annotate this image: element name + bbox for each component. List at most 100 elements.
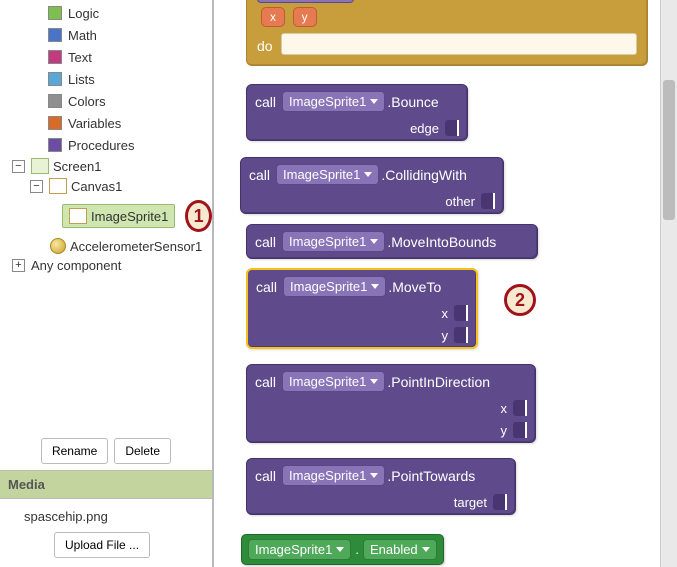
annotation-badge-1: 1 [185,200,212,232]
media-header: Media [0,470,212,499]
scrollbar-thumb[interactable] [663,80,675,220]
method-label: .CollidingWith [381,167,467,183]
dropdown-target[interactable]: ImageSprite1 [282,231,385,252]
media-file[interactable]: spascehip.png [24,509,196,532]
vertical-scrollbar[interactable] [660,0,677,567]
tree-node-canvas[interactable]: − Canvas1 [0,176,212,196]
chevron-down-icon [370,379,378,384]
tree-node-imagesprite[interactable]: ImageSprite1 [62,204,175,228]
sensor-icon [50,238,66,254]
sprite-icon [69,208,87,224]
component-buttons: Rename Delete [0,432,212,470]
chevron-down-icon [364,172,372,177]
keyword-call: call [255,468,276,484]
keyword-call: call [255,234,276,250]
screen-label: Screen1 [53,159,101,174]
block-call-moveto[interactable]: call ImageSprite1 .MoveTo x y [246,268,478,349]
tree-node-screen[interactable]: − Screen1 [0,156,212,176]
media-body: spascehip.png Upload File ... [0,499,212,566]
block-call-collidingwith[interactable]: call ImageSprite1 .CollidingWith other [240,157,504,214]
arg-label: x [501,401,508,416]
canvas-icon [49,178,67,194]
arg-label: target [454,495,487,510]
event-suffix: .Touched [358,0,415,1]
dropdown-target[interactable]: ImageSprite1 [283,276,386,297]
arg-label: y [501,423,508,438]
block-call-moveintobounds[interactable]: call ImageSprite1 .MoveIntoBounds [246,224,538,259]
canvas-label: Canvas1 [71,179,122,194]
input-socket[interactable] [481,193,495,209]
block-call-pointindirection[interactable]: call ImageSprite1 .PointInDirection x y [246,364,536,443]
arg-label: x [442,306,449,321]
swatch-icon [48,116,62,130]
palette-item-lists[interactable]: Lists [0,68,212,90]
blocks-workspace[interactable]: ImageSprite1 .Touched x y do call ImageS… [214,0,677,567]
palette-item-math[interactable]: Math [0,24,212,46]
delete-button[interactable]: Delete [114,438,171,464]
chevron-down-icon [370,239,378,244]
dropdown-target[interactable]: ImageSprite1 [282,91,385,112]
dropdown-target[interactable]: ImageSprite1 [248,539,351,560]
palette-label: Math [68,28,97,43]
dropdown-property[interactable]: Enabled [363,539,437,560]
swatch-icon [48,28,62,42]
palette-item-text[interactable]: Text [0,46,212,68]
palette-label: Variables [68,116,121,131]
param-y[interactable]: y [293,7,317,27]
method-label: .PointInDirection [387,374,490,390]
dropdown-target[interactable]: ImageSprite1 [276,164,379,185]
palette-label: Procedures [68,138,134,153]
palette-tree: Logic Math Text Lists Colors Variables P… [0,0,212,275]
expand-icon[interactable]: + [12,259,25,272]
input-socket[interactable] [513,422,527,438]
input-socket[interactable] [454,327,468,343]
swatch-icon [48,50,62,64]
tree-node-sensor[interactable]: AccelerometerSensor1 [0,236,212,256]
chevron-down-icon [370,473,378,478]
keyword-call: call [256,279,277,295]
input-socket[interactable] [445,120,459,136]
sidebar: Logic Math Text Lists Colors Variables P… [0,0,214,567]
collapse-icon[interactable]: − [30,180,43,193]
annotation-badge-2: 2 [504,284,536,316]
arg-label: y [442,328,449,343]
collapse-icon[interactable]: − [12,160,25,173]
arg-label: edge [410,121,439,136]
block-call-pointtowards[interactable]: call ImageSprite1 .PointTowards target [246,458,516,515]
do-body-slot[interactable] [281,33,637,55]
chevron-down-icon [422,547,430,552]
block-get-enabled[interactable]: ImageSprite1 . Enabled [241,534,444,565]
dropdown-target[interactable]: ImageSprite1 [282,371,385,392]
tree-node-any[interactable]: + Any component [0,256,212,275]
screen-icon [31,158,49,174]
swatch-icon [48,72,62,86]
input-socket[interactable] [493,494,507,510]
palette-label: Text [68,50,92,65]
dropdown-target[interactable]: ImageSprite1 [257,0,354,3]
any-label: Any component [31,258,121,273]
keyword-call: call [255,374,276,390]
block-call-bounce[interactable]: call ImageSprite1 .Bounce edge [246,84,468,141]
chevron-down-icon [371,284,379,289]
palette-label: Lists [68,72,95,87]
param-x[interactable]: x [261,7,285,27]
swatch-icon [48,6,62,20]
input-socket[interactable] [513,400,527,416]
palette-item-procedures[interactable]: Procedures [0,134,212,156]
do-label: do [247,30,281,62]
upload-file-button[interactable]: Upload File ... [54,532,150,558]
input-socket[interactable] [454,305,468,321]
dot: . [355,542,359,557]
sprite-label: ImageSprite1 [91,209,168,224]
dropdown-target[interactable]: ImageSprite1 [282,465,385,486]
rename-button[interactable]: Rename [41,438,108,464]
palette-item-colors[interactable]: Colors [0,90,212,112]
method-label: .MoveTo [388,279,441,295]
palette-item-variables[interactable]: Variables [0,112,212,134]
arg-label: other [445,194,475,209]
palette-item-logic[interactable]: Logic [0,2,212,24]
block-when-touched[interactable]: ImageSprite1 .Touched x y do [246,0,648,66]
swatch-icon [48,94,62,108]
swatch-icon [48,138,62,152]
palette-label: Logic [68,6,99,21]
